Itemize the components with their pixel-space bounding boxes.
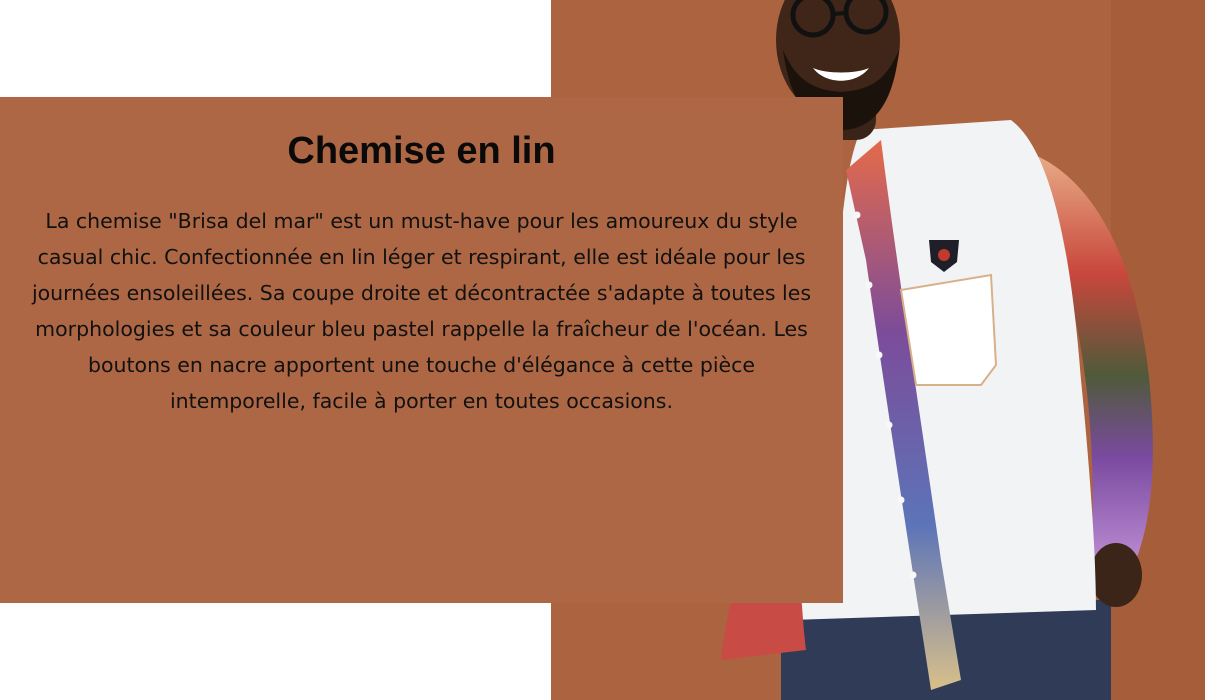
product-info-card: Chemise en lin La chemise "Brisa del mar…: [0, 97, 843, 603]
product-title: Chemise en lin: [287, 130, 556, 172]
product-description: La chemise "Brisa del mar" est un must-h…: [31, 209, 812, 413]
